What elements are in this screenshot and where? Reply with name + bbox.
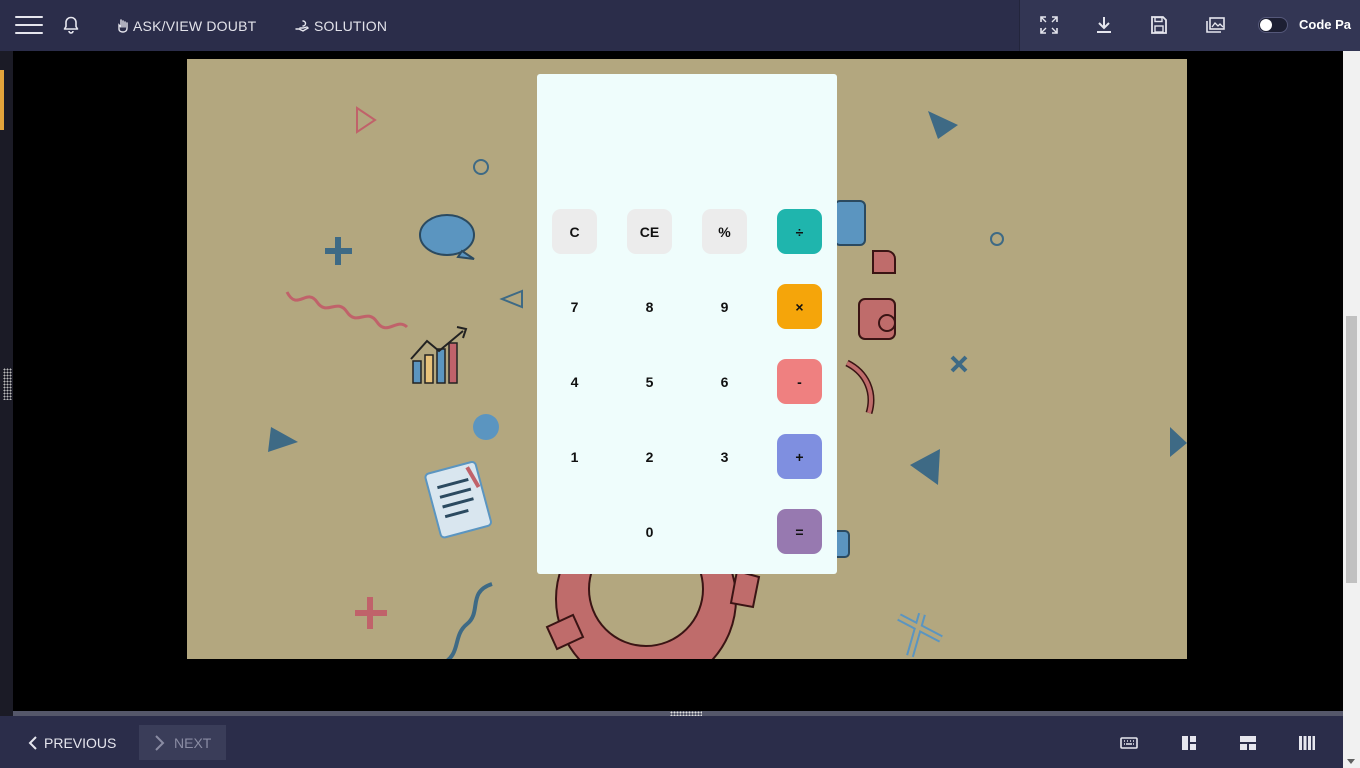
key-2[interactable]: 2 (627, 434, 672, 479)
layout-grid-icon[interactable] (1239, 735, 1257, 751)
bell-icon[interactable] (61, 15, 81, 35)
left-side-panel-collapsed (0, 51, 13, 716)
chevron-right-icon (155, 734, 165, 751)
key-8[interactable]: 8 (627, 284, 672, 329)
key-percent[interactable]: % (702, 209, 747, 254)
code-pad-label: Code Pa (1299, 17, 1352, 32)
key-9[interactable]: 9 (702, 284, 747, 329)
key-plus[interactable]: + (777, 434, 822, 479)
key-divide[interactable]: ÷ (777, 209, 822, 254)
bottom-navbar: PREVIOUS NEXT (0, 716, 1343, 768)
gallery-icon[interactable] (1204, 14, 1226, 36)
panel-resize-handle[interactable] (3, 368, 12, 400)
toggle-knob (1260, 19, 1272, 31)
top-toolbar: ASK/VIEW DOUBT SOLUTION Code Pa (0, 0, 1360, 51)
hand-icon (118, 18, 128, 33)
ask-view-doubt-label: ASK/VIEW DOUBT (133, 17, 257, 34)
calculator-display (537, 74, 837, 194)
next-button[interactable]: NEXT (139, 725, 226, 760)
save-icon[interactable] (1148, 14, 1170, 36)
ask-view-doubt-button[interactable]: ASK/VIEW DOUBT (118, 0, 256, 51)
layout-columns-icon[interactable] (1298, 735, 1316, 751)
key-6[interactable]: 6 (702, 359, 747, 404)
key-minus[interactable]: - (777, 359, 822, 404)
chevron-left-icon (28, 735, 37, 750)
layout-split-icon[interactable] (1180, 735, 1198, 751)
key-4[interactable]: 4 (552, 359, 597, 404)
key-5[interactable]: 5 (627, 359, 672, 404)
key-equals[interactable]: = (777, 509, 822, 554)
download-icon[interactable] (1093, 14, 1115, 36)
vertical-scrollbar[interactable] (1343, 51, 1360, 768)
solution-hand-icon (295, 20, 309, 32)
code-pad-toggle[interactable] (1258, 17, 1288, 33)
previous-button[interactable]: PREVIOUS (28, 725, 116, 760)
menu-icon[interactable] (15, 16, 43, 34)
key-3[interactable]: 3 (702, 434, 747, 479)
key-clear-entry[interactable]: CE (627, 209, 672, 254)
key-multiply[interactable]: × (777, 284, 822, 329)
top-right-toolgroup: Code Pa (1019, 0, 1360, 51)
key-1[interactable]: 1 (552, 434, 597, 479)
key-clear[interactable]: C (552, 209, 597, 254)
calculator: C CE % ÷ 7 8 9 × 4 5 6 - 1 2 3 + 0 = (537, 74, 837, 574)
key-0[interactable]: 0 (627, 509, 672, 554)
previous-label: PREVIOUS (44, 734, 117, 751)
scroll-down-arrow-icon[interactable] (1347, 759, 1355, 764)
solution-button[interactable]: SOLUTION (295, 0, 387, 51)
scrollbar-thumb[interactable] (1346, 316, 1357, 583)
key-7[interactable]: 7 (552, 284, 597, 329)
active-indicator (0, 70, 4, 130)
fullscreen-icon[interactable] (1038, 14, 1060, 36)
keyboard-icon[interactable] (1120, 735, 1138, 751)
solution-label: SOLUTION (314, 17, 388, 34)
next-label: NEXT (174, 734, 212, 751)
